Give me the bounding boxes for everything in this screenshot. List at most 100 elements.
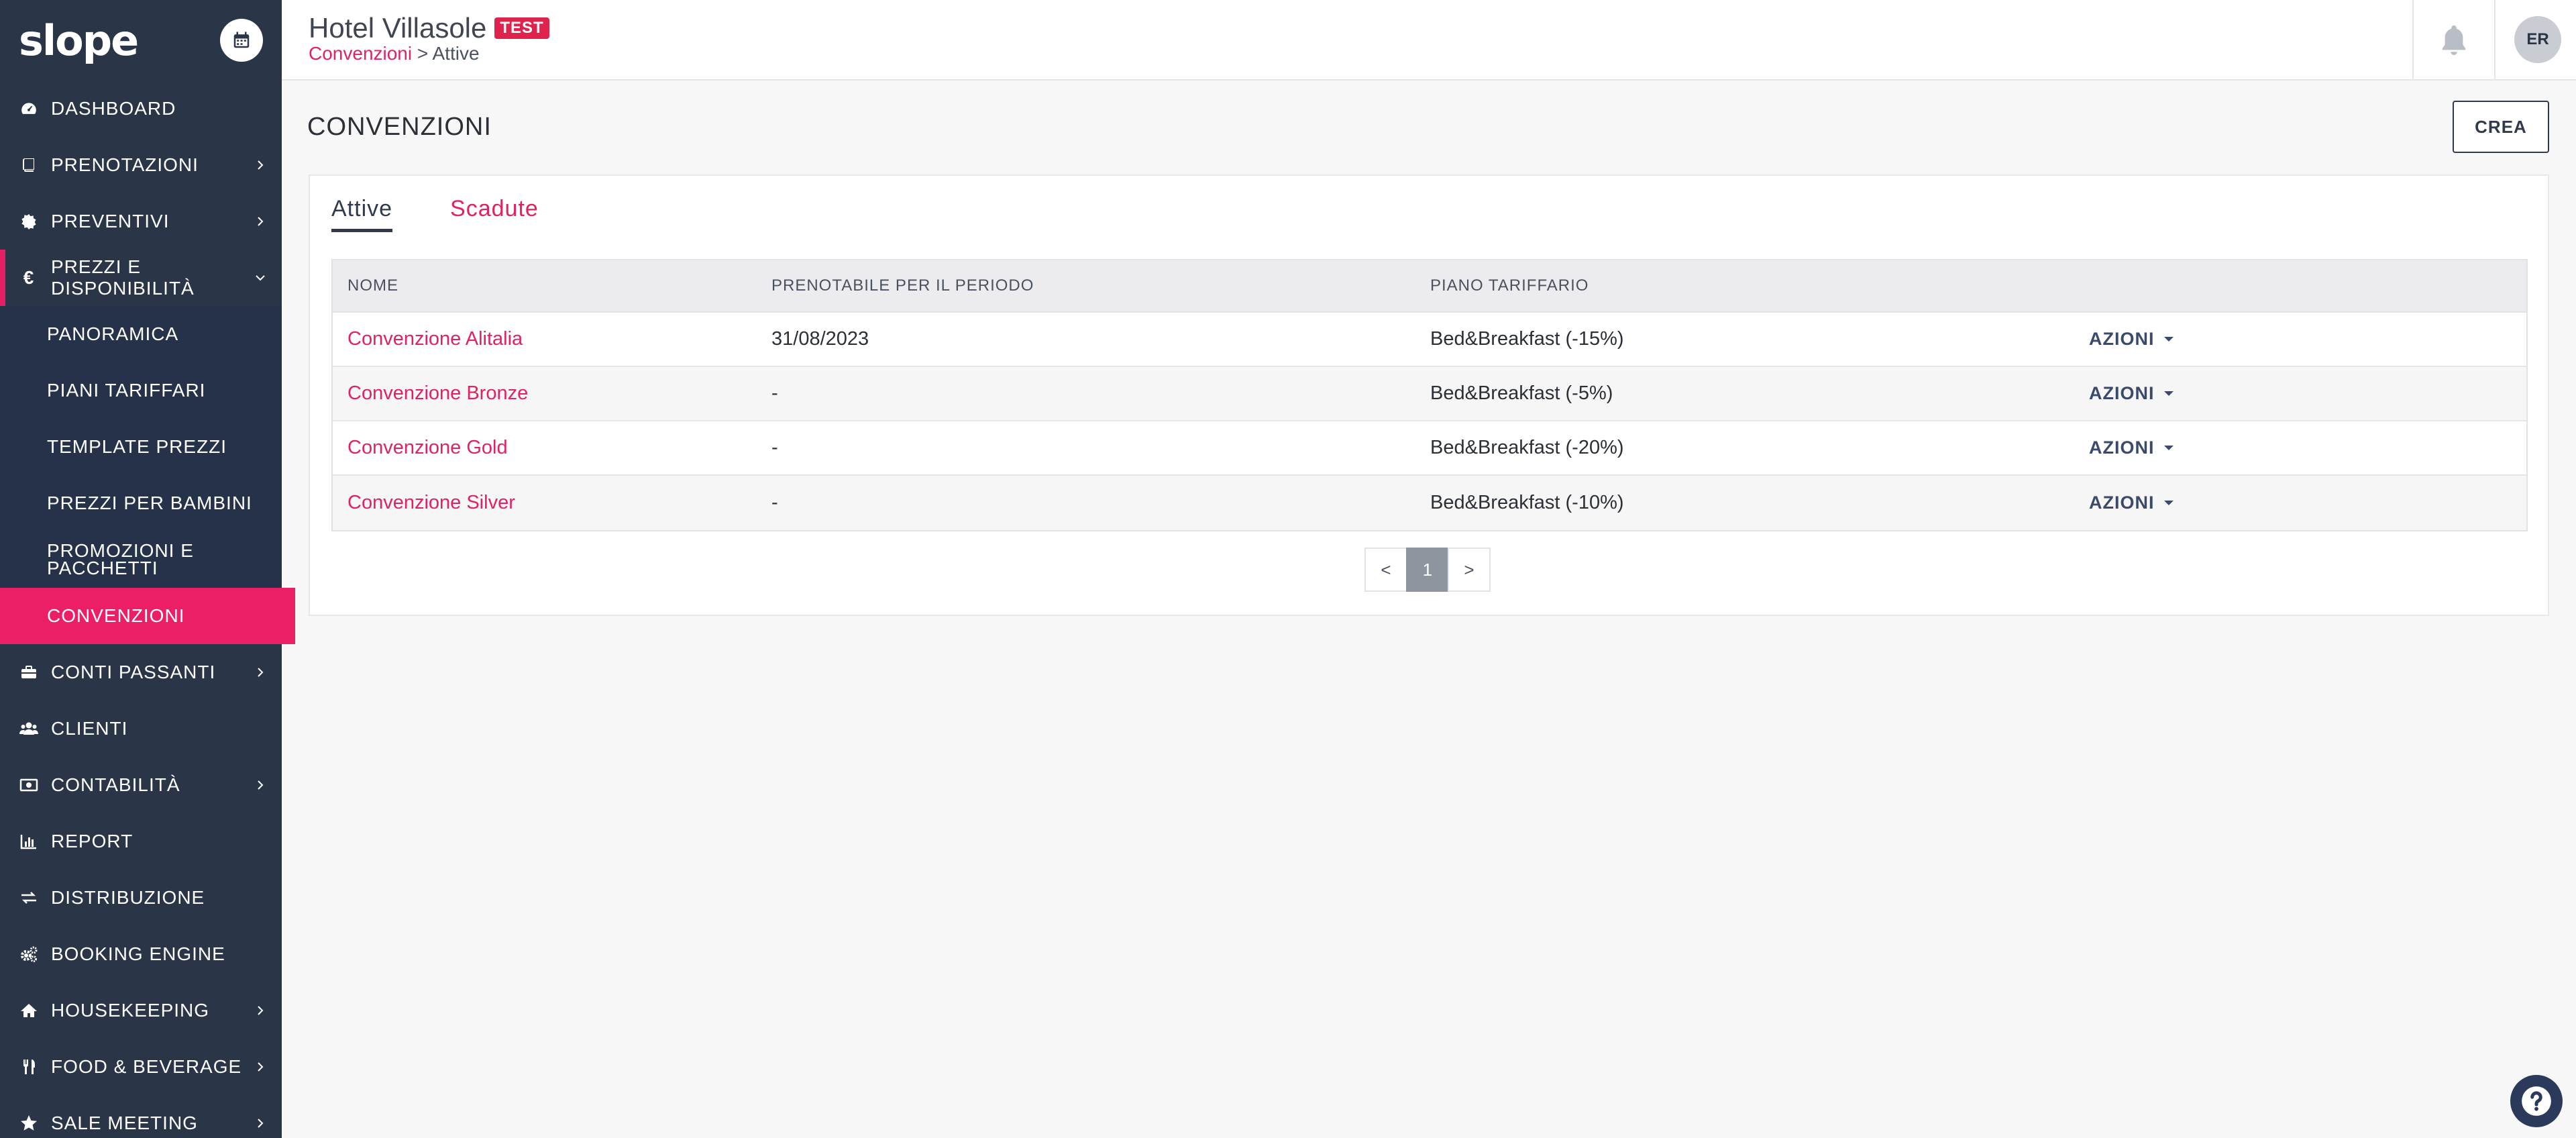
tab-scadute[interactable]: Scadute [450, 196, 539, 232]
app-logo[interactable]: slope [19, 16, 139, 65]
chevron-right-icon [252, 1059, 268, 1075]
convention-rate-plan: Bed&Breakfast (-20%) [1430, 437, 1624, 458]
question-icon [2522, 1086, 2551, 1116]
actions-label: AZIONI [2089, 437, 2155, 458]
sidebar-item-preventivi[interactable]: PREVENTIVI [0, 193, 282, 250]
euro-icon: € [23, 267, 35, 288]
table-row: Convenzione Bronze - Bed&Breakfast (-5%)… [333, 367, 2526, 421]
sidebar-item-label: DISTRIBUZIONE [51, 887, 205, 908]
convention-rate-plan: Bed&Breakfast (-15%) [1430, 328, 1624, 350]
star-icon [17, 1112, 40, 1135]
sidebar-item-clienti[interactable]: CLIENTI [0, 701, 282, 757]
sidebar-item-contabilita[interactable]: CONTABILITÀ [0, 757, 282, 813]
chevron-right-icon [252, 213, 268, 229]
sidebar-nav-lower: CONTI PASSANTI CLIENTI CONTABILITÀ REPOR… [0, 644, 282, 1138]
sidebar-nav: DASHBOARD PRENOTAZIONI PREVENTIVI € PREZ… [0, 81, 282, 306]
sidebar-item-distribuzione[interactable]: DISTRIBUZIONE [0, 870, 282, 926]
caret-down-icon [2163, 391, 2174, 396]
actions-dropdown[interactable]: AZIONI [2089, 437, 2174, 458]
convention-name-link[interactable]: Convenzione Alitalia [333, 328, 771, 350]
sidebar-item-report[interactable]: REPORT [0, 813, 282, 870]
sidebar-subitem-promozioni-e-pacchetti[interactable]: PROMOZIONI E PACCHETTI [0, 531, 282, 588]
cogs-icon [17, 943, 40, 966]
hotel-title: Hotel Villasole TEST [309, 12, 549, 44]
sidebar-item-label: PREVENTIVI [51, 211, 170, 231]
tabs: Attive Scadute [331, 196, 596, 232]
cutlery-icon [17, 1055, 40, 1078]
sidebar-subitem-template-prezzi[interactable]: TEMPLATE PREZZI [0, 419, 282, 475]
chevron-down-icon [252, 270, 268, 286]
convention-period: - [771, 382, 778, 404]
convention-name-link[interactable]: Convenzione Gold [333, 437, 771, 459]
sidebar-item-sale-meeting[interactable]: SALE MEETING [0, 1095, 282, 1138]
convention-name-link[interactable]: Convenzione Bronze [333, 382, 771, 405]
sidebar-subitem-piani-tariffari[interactable]: PIANI TARIFFARI [0, 362, 282, 419]
bell-icon [2442, 25, 2466, 55]
chevron-right-icon [252, 1115, 268, 1131]
top-header: Hotel Villasole TEST Convenzioni > Attiv… [282, 0, 2576, 81]
chevron-right-icon [252, 777, 268, 793]
chevron-right-icon [252, 157, 268, 173]
sidebar-item-dashboard[interactable]: DASHBOARD [0, 81, 282, 137]
sidebar-submenu: PANORAMICA PIANI TARIFFARI TEMPLATE PREZ… [0, 306, 295, 644]
create-button[interactable]: CREA [2453, 101, 2549, 153]
sidebar-item-label: SALE MEETING [51, 1113, 198, 1133]
sidebar-item-conti-passanti[interactable]: CONTI PASSANTI [0, 644, 282, 701]
breadcrumb-link-convenzioni[interactable]: Convenzioni [309, 43, 412, 64]
column-header-nome: NOME [347, 276, 398, 295]
bar-chart-icon [17, 830, 40, 853]
tab-attive[interactable]: Attive [331, 196, 393, 232]
money-icon [17, 774, 40, 796]
sidebar-item-food-beverage[interactable]: FOOD & BEVERAGE [0, 1039, 282, 1095]
convention-period: - [771, 437, 778, 458]
actions-cell: AZIONI [2089, 329, 2526, 350]
pagination-prev-button[interactable]: < [1364, 548, 1407, 592]
page-title: CONVENZIONI [307, 113, 492, 141]
pagination-page-current[interactable]: 1 [1406, 548, 1449, 592]
convention-rate-plan: Bed&Breakfast (-10%) [1430, 492, 1624, 513]
calendar-button[interactable] [220, 19, 263, 62]
caret-down-icon [2163, 446, 2174, 450]
table-row: Convenzione Silver - Bed&Breakfast (-10%… [333, 476, 2526, 530]
table-header: NOME PRENOTABILE PER IL PERIODO PIANO TA… [333, 260, 2526, 313]
sidebar-subitem-prezzi-per-bambini[interactable]: PREZZI PER BAMBINI [0, 475, 282, 531]
home-icon [17, 999, 40, 1022]
pagination-next-button[interactable]: > [1448, 548, 1491, 592]
sidebar: slope DASHBOARD PRENOTAZIONI PREVENTIVI … [0, 0, 295, 1138]
briefcase-icon [17, 661, 40, 684]
convention-period: - [771, 492, 778, 513]
sidebar-header: slope [0, 0, 282, 81]
chevron-right-icon [252, 664, 268, 680]
convention-name-link[interactable]: Convenzione Silver [333, 492, 771, 514]
breadcrumb-current: Attive [432, 43, 480, 64]
actions-dropdown[interactable]: AZIONI [2089, 329, 2174, 350]
actions-label: AZIONI [2089, 493, 2155, 513]
sidebar-subitem-label: PROMOZIONI E PACCHETTI [47, 540, 194, 578]
sidebar-subitem-panoramica[interactable]: PANORAMICA [0, 306, 282, 362]
column-header-piano-tariffario: PIANO TARIFFARIO [1430, 276, 1589, 295]
breadcrumb: Convenzioni > Attive [309, 43, 480, 64]
sidebar-item-prezzi-e-disponibilita[interactable]: € PREZZI E DISPONIBILITÀ [0, 250, 282, 306]
sidebar-subitem-convenzioni[interactable]: CONVENZIONI [0, 588, 295, 644]
exchange-icon [17, 886, 40, 909]
notifications-button[interactable] [2412, 0, 2496, 79]
content-card: Attive Scadute NOME PRENOTABILE PER IL P… [309, 174, 2549, 616]
sidebar-item-prenotazioni[interactable]: PRENOTAZIONI [0, 137, 282, 193]
sidebar-item-housekeeping[interactable]: HOUSEKEEPING [0, 982, 282, 1039]
actions-dropdown[interactable]: AZIONI [2089, 383, 2174, 404]
sidebar-item-label: HOUSEKEEPING [51, 1000, 210, 1021]
sidebar-item-booking-engine[interactable]: BOOKING ENGINE [0, 926, 282, 982]
sidebar-item-label: FOOD & BEVERAGE [51, 1056, 242, 1077]
actions-dropdown[interactable]: AZIONI [2089, 493, 2174, 513]
dashboard-icon [17, 97, 40, 120]
sidebar-item-label: CLIENTI [51, 718, 128, 739]
sidebar-item-label: BOOKING ENGINE [51, 943, 225, 964]
actions-cell: AZIONI [2089, 437, 2526, 458]
users-icon [17, 717, 40, 740]
column-header-periodo: PRENOTABILE PER IL PERIODO [771, 276, 1034, 295]
chevron-right-icon [252, 1002, 268, 1019]
caret-down-icon [2163, 501, 2174, 505]
book-icon [17, 154, 40, 176]
user-avatar[interactable]: ER [2514, 16, 2561, 63]
help-button[interactable] [2510, 1075, 2563, 1127]
